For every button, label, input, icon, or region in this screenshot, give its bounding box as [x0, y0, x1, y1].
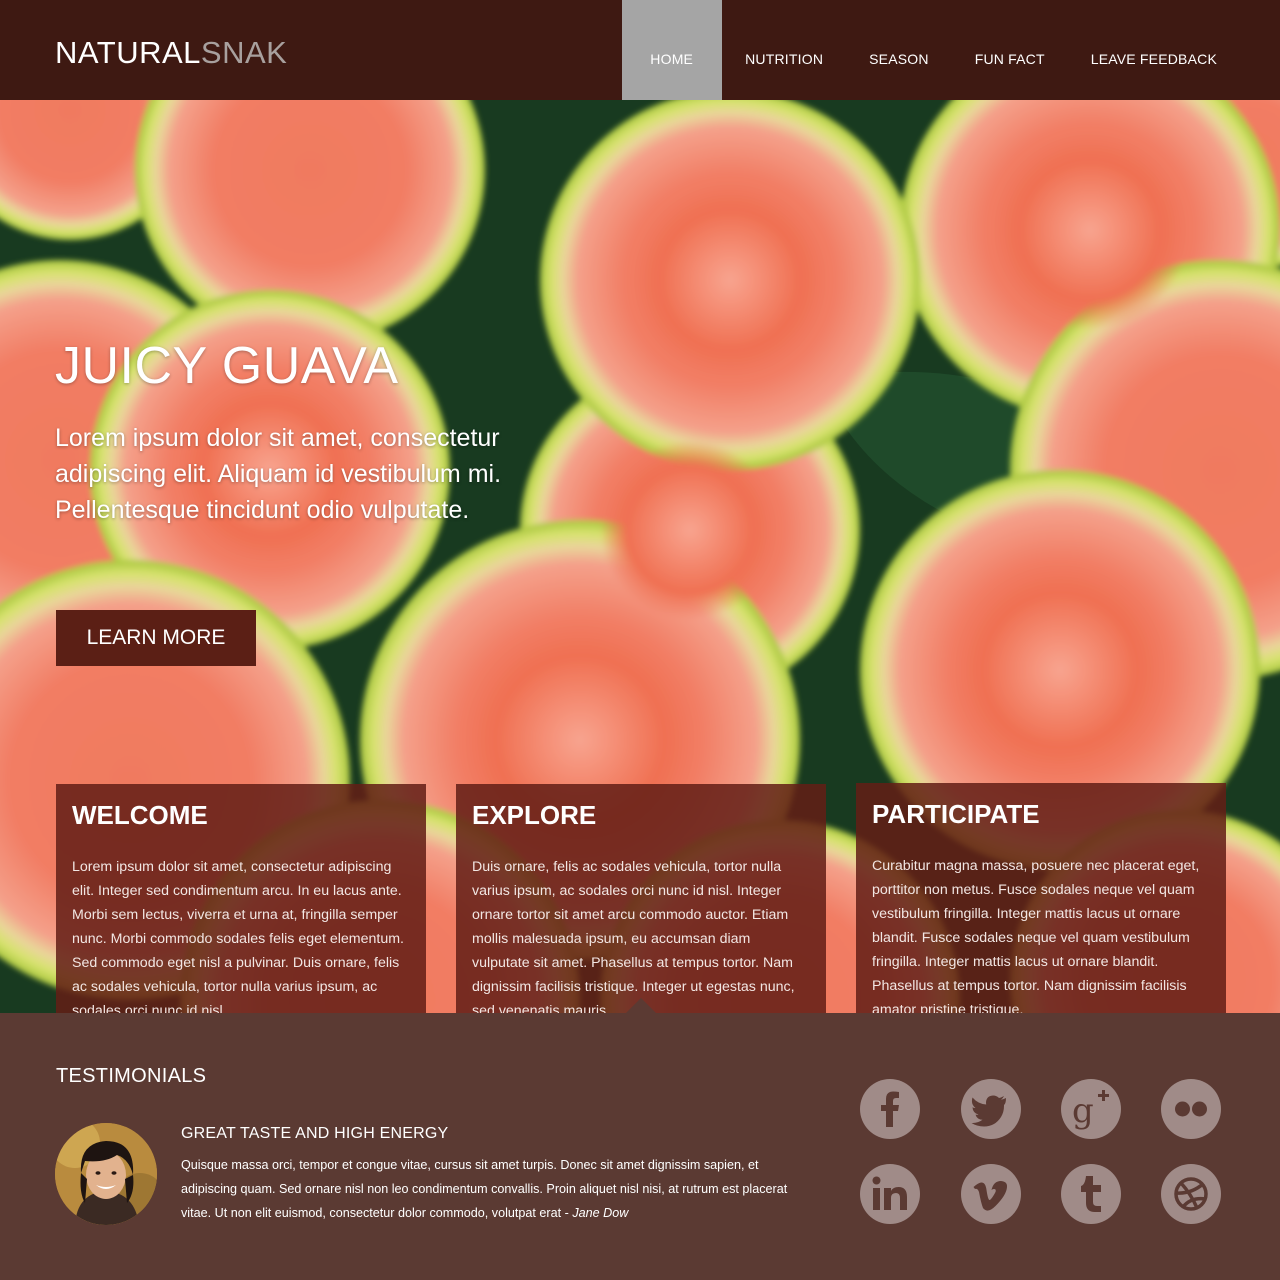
testimonials-section: TESTIMONIALS GREAT TASTE AND HIGH ENERGY…	[0, 1013, 1280, 1280]
card-text: Duis ornare, felis ac sodales vehicula, …	[472, 859, 795, 1013]
testimonial-text: Quisque massa orci, tempor et congue vit…	[181, 1153, 816, 1225]
testimonial-title: GREAT TASTE AND HIGH ENERGY	[181, 1125, 449, 1142]
card-text: Curabitur magna massa, posuere nec place…	[872, 858, 1200, 1013]
testimonial-body: Quisque massa orci, tempor et congue vit…	[181, 1158, 788, 1220]
nav-item-home[interactable]: HOME	[622, 0, 723, 100]
card-text: Lorem ipsum dolor sit amet, consectetur …	[72, 859, 404, 1013]
participate-card: PARTICIPATE Curabitur magna massa, posue…	[856, 783, 1226, 1013]
learn-more-button[interactable]: LEARN MORE	[56, 610, 256, 666]
avatar	[55, 1123, 157, 1225]
facebook-icon[interactable]	[860, 1079, 920, 1139]
card-title: EXPLORE	[472, 800, 597, 830]
testimonials-title: TESTIMONIALS	[56, 1065, 207, 1087]
nav-item-fun-fact[interactable]: FUN FACT	[952, 0, 1068, 100]
card-title: PARTICIPATE	[872, 799, 1040, 829]
nav-item-nutrition[interactable]: NUTRITION	[722, 0, 846, 100]
site-header: NATURALSNAK HOME NUTRITION SEASON FUN FA…	[0, 0, 1280, 100]
dribbble-icon[interactable]	[1161, 1164, 1221, 1224]
social-links: g	[860, 1079, 1222, 1229]
card-title: WELCOME	[72, 800, 208, 830]
flickr-icon[interactable]	[1161, 1079, 1221, 1139]
hero-section: JUICY GUAVA Lorem ipsum dolor sit amet, …	[0, 100, 1280, 1013]
nav-item-leave-feedback[interactable]: LEAVE FEEDBACK	[1068, 0, 1240, 100]
logo-text-accent: SNAK	[200, 35, 288, 70]
welcome-card: WELCOME Lorem ipsum dolor sit amet, cons…	[56, 784, 426, 1013]
site-logo[interactable]: NATURALSNAK	[55, 36, 287, 70]
twitter-icon[interactable]	[961, 1079, 1021, 1139]
google-plus-icon[interactable]: g	[1061, 1079, 1121, 1139]
testimonial-author: Jane Dow	[572, 1206, 629, 1220]
main-nav: HOME NUTRITION SEASON FUN FACT LEAVE FEE…	[622, 0, 1240, 100]
hero-description: Lorem ipsum dolor sit amet, consectetur …	[55, 424, 502, 524]
linkedin-icon[interactable]	[860, 1164, 920, 1224]
vimeo-icon[interactable]	[961, 1164, 1021, 1224]
hero-title: JUICY GUAVA	[55, 337, 399, 395]
tumblr-icon[interactable]	[1061, 1164, 1121, 1224]
svg-text:g: g	[1072, 1091, 1094, 1131]
logo-text-primary: NATURAL	[55, 35, 201, 70]
explore-card: EXPLORE Duis ornare, felis ac sodales ve…	[456, 784, 826, 1013]
section-pointer	[626, 998, 656, 1013]
nav-item-season[interactable]: SEASON	[846, 0, 952, 100]
